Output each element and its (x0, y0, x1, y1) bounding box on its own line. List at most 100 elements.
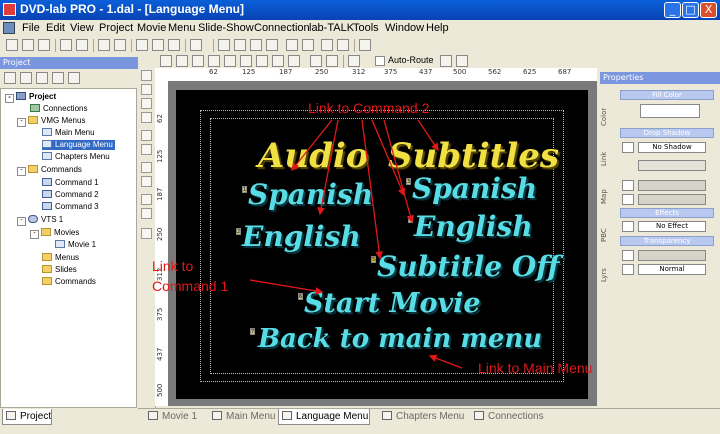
menu-button-audio-english[interactable]: English (242, 220, 361, 253)
tree-item-chapters-menu[interactable]: Chapters Menu (42, 152, 110, 162)
circle-tool-icon[interactable] (141, 144, 152, 155)
crop-tool-icon[interactable] (141, 176, 152, 187)
tab-language-menu[interactable]: Language Menu (278, 409, 370, 425)
fill-color-swatch[interactable] (640, 104, 700, 118)
tree-item-language-menu[interactable]: Language Menu (42, 140, 115, 150)
menu-button-start-movie[interactable]: Start Movie (304, 288, 481, 319)
distribute-icon[interactable] (256, 55, 268, 67)
menu-menu[interactable]: Menu (168, 22, 196, 34)
image-tool-icon[interactable] (141, 228, 152, 239)
line-tool-icon[interactable] (141, 162, 152, 173)
tab-main-menu[interactable]: Main Menu (210, 409, 278, 425)
show-links-icon[interactable] (310, 55, 322, 67)
menu-button-audio-spanish[interactable]: Spanish (248, 178, 373, 211)
menu-file[interactable]: File (22, 22, 40, 34)
shape-tool-icon[interactable] (141, 208, 152, 219)
add-slideshow-icon[interactable] (36, 72, 48, 84)
wand-icon[interactable] (190, 39, 202, 51)
tree-item-commands[interactable]: - Commands (17, 165, 82, 176)
tab-project[interactable]: Project (2, 409, 52, 425)
vtab-color[interactable]: Color (600, 100, 614, 134)
align-right-icon[interactable] (240, 55, 252, 67)
menu-screen[interactable]: Audio Subtitles 1 Spanish 2 English 3 Sp… (176, 90, 588, 399)
menu-edit[interactable]: Edit (46, 22, 65, 34)
save-icon[interactable] (38, 39, 50, 51)
tree-item-connections[interactable]: Connections (30, 104, 87, 114)
add-movie-icon[interactable] (20, 72, 32, 84)
collapse-icon[interactable]: - (30, 230, 39, 239)
link-mode-icon[interactable] (326, 55, 338, 67)
menu-slide-show[interactable]: Slide-Show (198, 22, 254, 34)
group-icon[interactable] (288, 55, 300, 67)
vtab-pbc[interactable]: PBC (600, 222, 614, 248)
shadow-offset-slider[interactable] (638, 180, 706, 191)
vtab-map[interactable]: Map (600, 184, 614, 210)
tree-item-vmg-menus[interactable]: - VMG Menus (17, 116, 85, 127)
stop-icon[interactable] (176, 55, 188, 67)
add-vts-icon[interactable] (68, 72, 80, 84)
shadow-option-icon[interactable] (622, 180, 634, 191)
menu-tools[interactable]: Tools (353, 22, 379, 34)
transparency-slider[interactable] (638, 250, 706, 261)
add-command-icon[interactable] (52, 72, 64, 84)
tree-item-slides[interactable]: Slides (42, 265, 77, 275)
paste-icon[interactable] (76, 39, 88, 51)
auto-route-checkbox[interactable] (375, 56, 385, 66)
vtab-lyrs[interactable]: Lyrs (600, 262, 614, 288)
zoom-in-icon[interactable] (321, 39, 333, 51)
burn-icon[interactable] (250, 39, 262, 51)
view-mode-active-icon[interactable] (302, 39, 314, 51)
app-icon[interactable] (3, 3, 16, 16)
tab-movie-1[interactable]: Movie 1 (146, 409, 210, 425)
tree-item-main-menu[interactable]: Main Menu (42, 128, 95, 138)
tree-item-menus[interactable]: Menus (42, 253, 79, 263)
menu-window[interactable]: Window (385, 22, 424, 34)
menu-button-subtitle-off[interactable]: Subtitle Off (377, 250, 559, 283)
size-icon[interactable] (272, 55, 284, 67)
menu-connection[interactable]: Connection (254, 22, 310, 34)
effects-select[interactable]: No Effect (638, 221, 706, 232)
blend-mode-select[interactable]: Normal (638, 264, 706, 275)
preview-icon[interactable] (218, 39, 230, 51)
rotate-tool-icon[interactable] (141, 84, 152, 95)
align-left-icon[interactable] (208, 55, 220, 67)
minimize-button[interactable]: _ (664, 2, 681, 18)
compile-icon[interactable] (234, 39, 246, 51)
menu-project[interactable]: Project (99, 22, 133, 34)
menu-view[interactable]: View (70, 22, 94, 34)
tree-item-command-1[interactable]: Command 1 (42, 178, 99, 188)
shadow-blur-icon[interactable] (622, 194, 634, 205)
help-icon[interactable] (359, 39, 371, 51)
new-icon[interactable] (6, 39, 18, 51)
undo-icon[interactable] (98, 39, 110, 51)
tree-item-command-3[interactable]: Command 3 (42, 202, 99, 212)
menu-button-back-to-main[interactable]: Back to main menu (258, 324, 542, 354)
add-menu-icon[interactable] (4, 72, 16, 84)
arrow-left-icon[interactable] (440, 55, 452, 67)
shadow-blur-slider[interactable] (638, 194, 706, 205)
vtab-link[interactable]: Link (600, 146, 614, 172)
tree-item-command-2[interactable]: Command 2 (42, 190, 99, 200)
close-button[interactable]: X (700, 2, 717, 18)
drop-shadow-select[interactable]: No Shadow (638, 142, 706, 153)
settings-icon[interactable] (152, 39, 164, 51)
tree-item-vts-commands[interactable]: Commands (42, 277, 96, 287)
transparency-icon[interactable] (622, 250, 634, 261)
link-tool-icon[interactable] (141, 98, 152, 109)
shadow-preset-icon[interactable] (622, 142, 634, 153)
pointer-tool-icon[interactable] (141, 70, 152, 81)
menu-button-subtitle-english[interactable]: English (414, 210, 533, 243)
align-icon[interactable] (192, 55, 204, 67)
menu-lab-talk[interactable]: lab-TALK (309, 22, 354, 34)
redo-icon[interactable] (114, 39, 126, 51)
arrow-both-icon[interactable] (456, 55, 468, 67)
tree-item-project[interactable]: - Project (5, 92, 56, 103)
open-icon[interactable] (22, 39, 34, 51)
collapse-icon[interactable]: - (17, 118, 26, 127)
brush-tool-icon[interactable] (141, 194, 152, 205)
play-icon[interactable] (160, 55, 172, 67)
layout-icon[interactable] (266, 39, 278, 51)
shadow-color-select[interactable] (638, 160, 706, 171)
document-system-icon[interactable] (3, 22, 15, 34)
menu-help[interactable]: Help (426, 22, 449, 34)
